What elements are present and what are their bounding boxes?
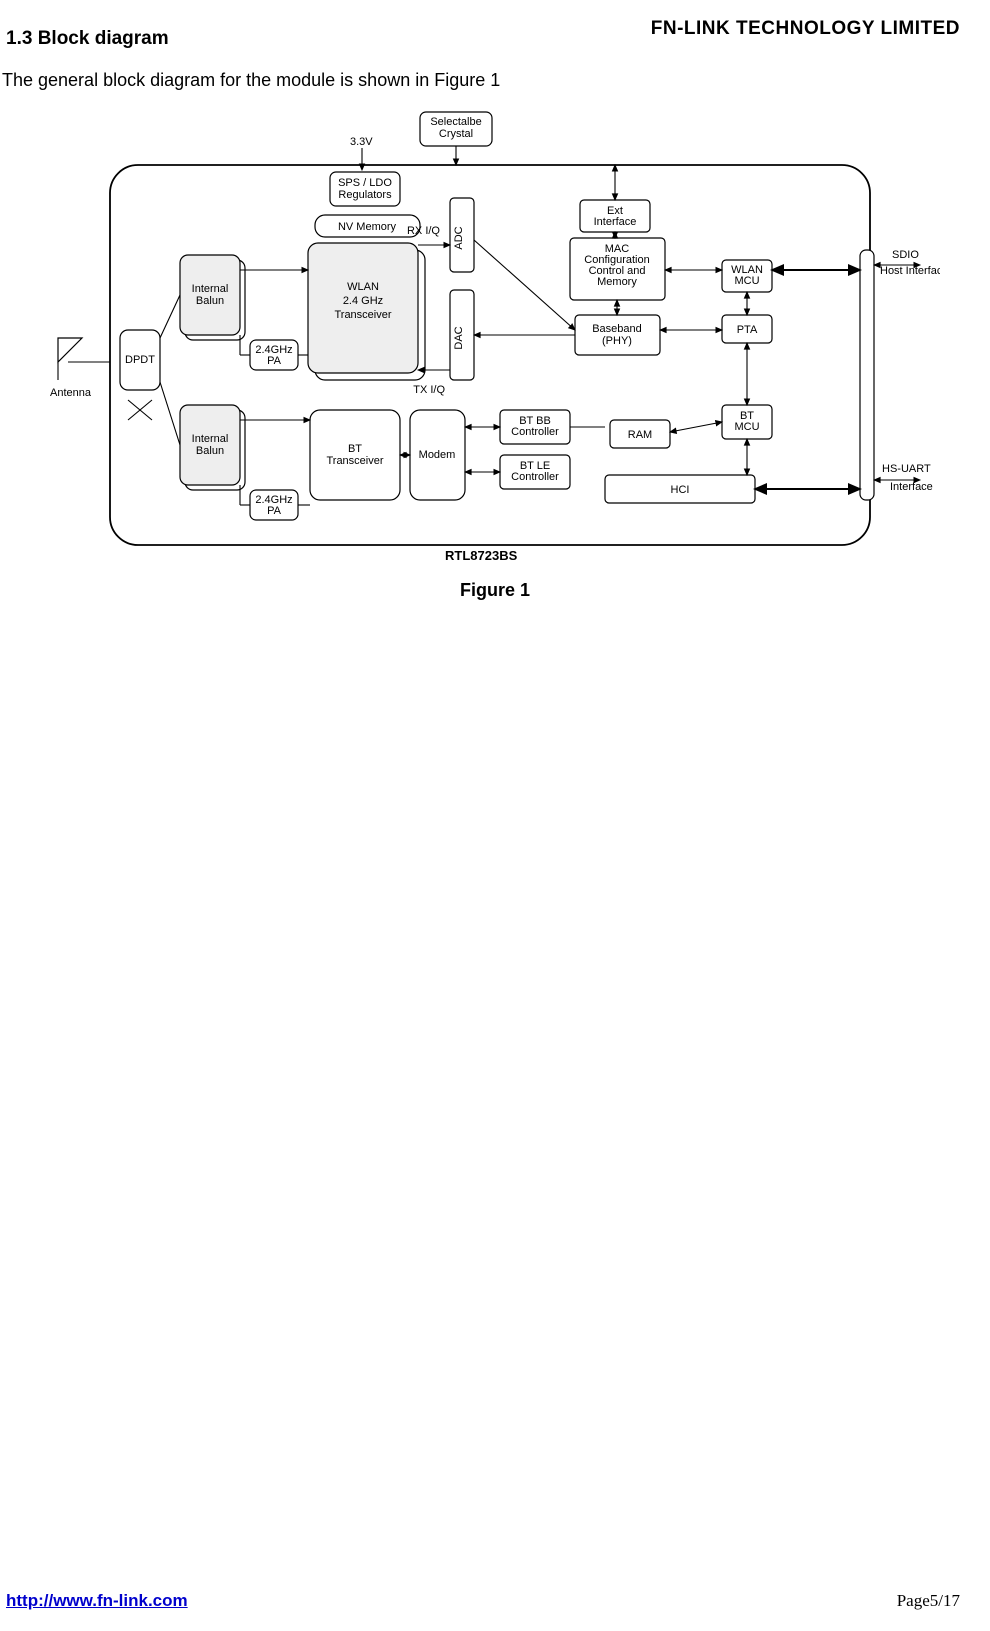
sdio-label-2: Host Interface <box>880 265 940 277</box>
rx-iq-label: RX I/Q <box>407 225 440 237</box>
hsuart-label-1: HS-UART <box>882 463 931 475</box>
dpdt-label: DPDT <box>125 354 155 366</box>
antenna-label: Antenna <box>50 387 92 399</box>
modem-label: Modem <box>419 449 456 461</box>
sdio-label-1: SDIO <box>892 249 919 261</box>
svg-text:ADC: ADC <box>453 226 465 249</box>
section-heading: 1.3 Block diagram <box>6 28 169 50</box>
pta-label: PTA <box>737 324 758 336</box>
block-diagram-figure: RTL8723BS SelectalbeCrystal 3.3V SPS / L… <box>50 110 940 560</box>
intro-text: The general block diagram for the module… <box>2 70 500 91</box>
svg-text:SPS / LDORegulators: SPS / LDORegulators <box>338 177 392 201</box>
tx-iq-label: TX I/Q <box>413 384 445 396</box>
voltage-label: 3.3V <box>350 136 373 148</box>
chip-name-label: RTL8723BS <box>445 548 518 560</box>
figure-caption: Figure 1 <box>0 580 990 601</box>
svg-text:InternalBalun: InternalBalun <box>192 283 229 307</box>
hsuart-label-2: Interface <box>890 481 933 493</box>
company-name: FN-LINK TECHNOLOGY LIMITED <box>651 18 960 40</box>
hci-label: HCI <box>671 484 690 496</box>
footer-page-number: Page5/17 <box>897 1591 960 1611</box>
svg-text:DAC: DAC <box>453 326 465 349</box>
svg-text:WLANMCU: WLANMCU <box>731 264 763 287</box>
footer-link[interactable]: http://www.fn-link.com <box>6 1591 188 1611</box>
svg-text:InternalBalun: InternalBalun <box>192 433 229 457</box>
ram-label: RAM <box>628 429 652 441</box>
nv-memory-label: NV Memory <box>338 221 397 233</box>
